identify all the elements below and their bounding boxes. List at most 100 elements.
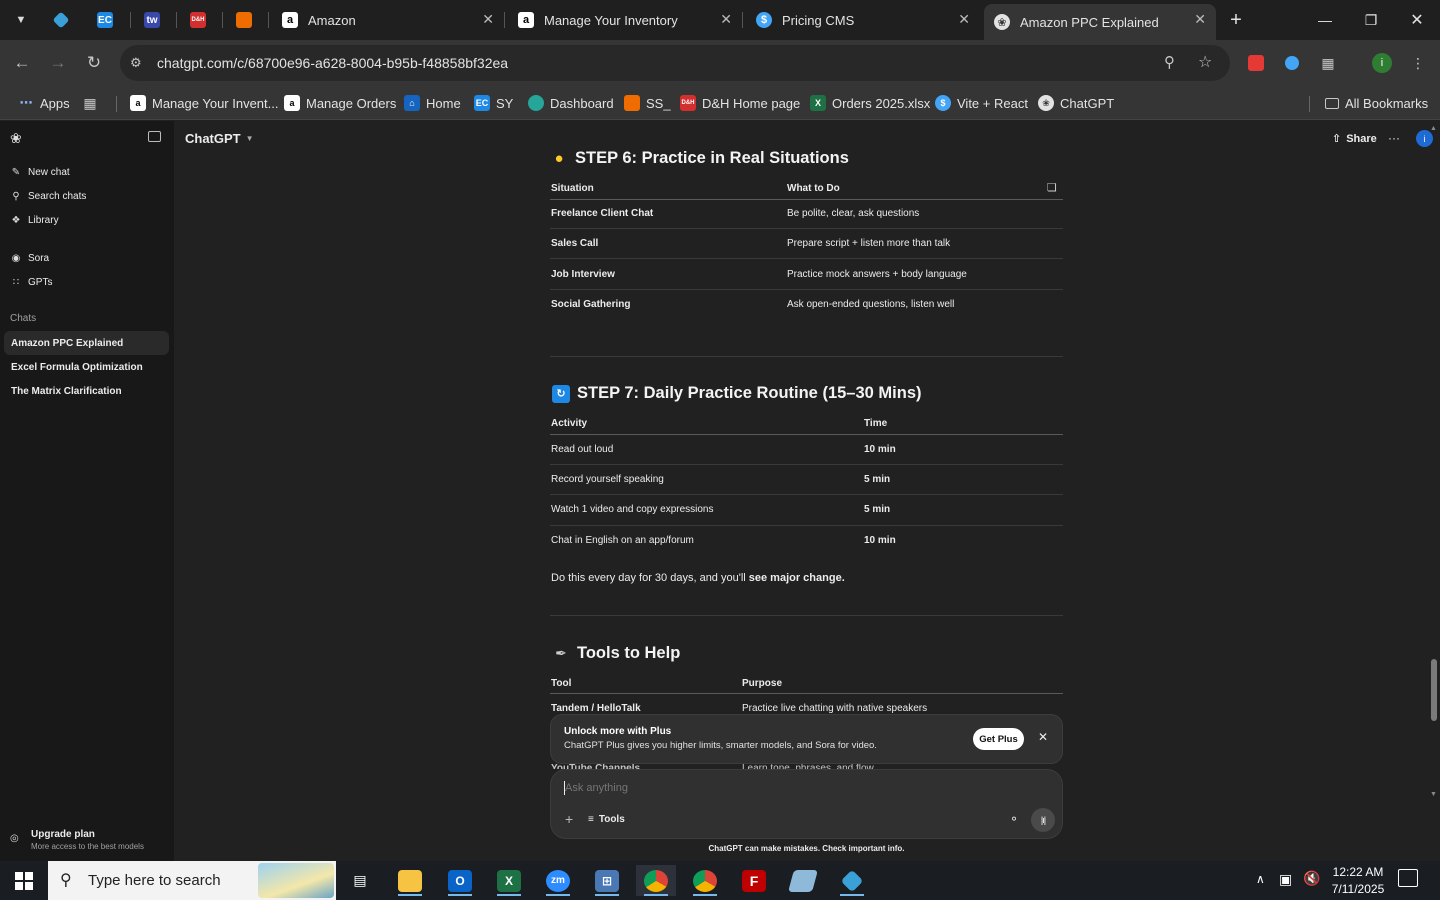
pinned-tab-2[interactable]: EC — [86, 6, 124, 34]
chat-item-amazon-ppc[interactable]: Amazon PPC Explained — [4, 331, 169, 355]
profile-avatar[interactable]: i — [1372, 53, 1392, 73]
bookmark-dh-home[interactable]: D&H D&H Home page — [680, 92, 800, 114]
model-selector[interactable]: ChatGPT ▼ — [185, 131, 254, 146]
bookmark-ss[interactable]: SS_ — [624, 92, 671, 114]
sidebar-new-chat[interactable]: ✎ New chat — [10, 161, 70, 183]
diamond-favicon-icon — [52, 11, 70, 29]
forward-button[interactable]: → — [46, 52, 70, 74]
show-hidden-icons[interactable]: ∧ — [1256, 872, 1265, 886]
scrollbar-thumb[interactable] — [1431, 659, 1437, 721]
bookmark-vite-react[interactable]: $ Vite + React — [935, 92, 1028, 114]
bookmark-manage-orders[interactable]: a Manage Orders — [284, 92, 396, 114]
zoom-taskbar[interactable]: zm — [538, 865, 578, 896]
openai-logo-icon[interactable]: ❀ — [10, 130, 22, 147]
extension-red-icon[interactable] — [1246, 53, 1266, 73]
network-icon[interactable]: ▣ — [1279, 871, 1292, 888]
close-icon[interactable]: ✕ — [1194, 11, 1206, 28]
bookmark-manage-inventory[interactable]: a Manage Your Invent... — [130, 92, 278, 114]
tools-button[interactable]: ≡ Tools — [588, 814, 625, 825]
bookmark-chatgpt[interactable]: ❀ ChatGPT — [1038, 92, 1114, 114]
sidebar-sora[interactable]: ◉ Sora — [10, 247, 50, 269]
close-icon[interactable]: ✕ — [958, 11, 970, 28]
sidebar-toggle-icon[interactable] — [148, 131, 161, 142]
site-info-icon[interactable]: ⚙ — [130, 55, 142, 71]
tab-manage-inventory[interactable]: a Manage Your Inventory ✕ — [508, 4, 742, 36]
table-cell: Chat in English on an app/forum — [551, 535, 694, 546]
tab-groups-icon: ▦ — [83, 94, 97, 111]
table-cell: 5 min — [864, 474, 891, 485]
upsell-title: Unlock more with Plus — [564, 726, 672, 737]
bookmark-home[interactable]: ⌂ Home — [404, 92, 461, 114]
bookmark-star-icon[interactable]: ☆ — [1198, 52, 1212, 72]
extension-blue-icon[interactable] — [1282, 53, 1302, 73]
chat-item-matrix[interactable]: The Matrix Clarification — [4, 379, 169, 403]
volume-muted-icon[interactable]: 🔇 — [1303, 870, 1320, 887]
attach-plus-icon[interactable]: + — [565, 811, 573, 827]
address-bar[interactable]: ⚙ chatgpt.com/c/68700e96-a628-8004-b95b-… — [120, 45, 1230, 81]
bookmark-sy[interactable]: EC SY — [474, 92, 513, 114]
extensions-puzzle-icon[interactable]: ▦ — [1318, 53, 1338, 73]
url-text[interactable]: chatgpt.com/c/68700e96-a628-8004-b95b-f4… — [157, 55, 508, 71]
conversation-options-button[interactable]: ··· — [1388, 131, 1400, 145]
calculator-taskbar[interactable]: ⊞ — [587, 865, 627, 896]
sidebar-library[interactable]: ❖ Library — [10, 209, 59, 231]
tab-amazon-ppc-explained[interactable]: ❀ Amazon PPC Explained ✕ — [984, 4, 1216, 40]
back-button[interactable]: ← — [10, 52, 34, 74]
pinned-tab-5[interactable] — [225, 6, 263, 34]
outlook-taskbar[interactable]: O — [440, 865, 480, 896]
reload-button[interactable]: ↻ — [82, 52, 106, 74]
notifications-icon[interactable] — [1398, 869, 1418, 887]
prompt-input[interactable] — [565, 780, 995, 796]
task-view-button[interactable]: ▤ — [340, 865, 380, 896]
close-window-button[interactable]: ✕ — [1394, 8, 1440, 32]
table-cell: Ask open-ended questions, listen well — [787, 299, 955, 310]
close-icon[interactable]: ✕ — [720, 11, 732, 28]
chat-scrollbar[interactable]: ▲ ▼ — [1428, 125, 1440, 805]
tab-pricing-cms[interactable]: $ Pricing CMS ✕ — [746, 4, 980, 36]
chrome-taskbar[interactable] — [636, 865, 676, 896]
sidebar-gpts[interactable]: ∷ GPTs — [10, 271, 53, 293]
file-explorer-taskbar[interactable] — [390, 865, 430, 896]
bookmark-apps[interactable]: ⋯ Apps — [18, 92, 70, 114]
taskbar-search-box[interactable]: ⚲ Type here to search — [48, 861, 336, 900]
bookmark-tab-groups[interactable]: ▦ — [82, 92, 104, 114]
share-button[interactable]: ⇧ Share — [1332, 132, 1377, 146]
amazon-favicon-icon: a — [282, 12, 298, 28]
pinned-tab-3[interactable]: tw — [133, 6, 171, 34]
voice-mode-button[interactable]: |ı| — [1031, 808, 1055, 832]
close-icon[interactable]: ✕ — [482, 11, 494, 28]
sliders-icon: ≡ — [588, 814, 594, 825]
copy-table-icon[interactable]: ❏ — [1047, 181, 1057, 194]
zoom-icon[interactable]: ⚲ — [1164, 53, 1175, 71]
bookmark-orders-xlsx[interactable]: X Orders 2025.xlsx — [810, 92, 930, 114]
get-plus-button[interactable]: Get Plus — [973, 728, 1024, 750]
pinned-tab-1[interactable] — [42, 6, 80, 34]
minimize-button[interactable]: — — [1302, 8, 1348, 32]
app-taskbar[interactable] — [783, 865, 823, 896]
table-cell: Freelance Client Chat — [551, 208, 654, 219]
tab-search-button[interactable]: ▼ — [2, 6, 40, 34]
section-divider — [550, 356, 1063, 357]
tab-amazon[interactable]: a Amazon ✕ — [272, 4, 504, 36]
browser-menu-icon[interactable]: ⋮ — [1408, 53, 1428, 73]
filezilla-taskbar[interactable]: F — [734, 865, 774, 896]
new-tab-button[interactable]: + — [1217, 6, 1255, 34]
scroll-down-icon[interactable]: ▼ — [1430, 791, 1437, 798]
pinned-tab-4[interactable]: D&H — [179, 6, 217, 34]
sidebar-search-chats[interactable]: ⚲ Search chats — [10, 185, 86, 207]
gpts-icon: ∷ — [12, 276, 20, 288]
table-cell: Practice live chatting with native speak… — [742, 703, 928, 714]
excel-taskbar[interactable]: X — [489, 865, 529, 896]
chrome-profile-taskbar[interactable] — [685, 865, 725, 896]
close-icon[interactable]: ✕ — [1038, 730, 1048, 744]
upgrade-plan-button[interactable]: ◎ Upgrade plan More access to the best m… — [10, 827, 170, 857]
bookmark-dashboard[interactable]: Dashboard — [528, 92, 614, 114]
system-clock[interactable]: 12:22 AM 7/11/2025 — [1326, 864, 1390, 898]
chat-item-excel-formula[interactable]: Excel Formula Optimization — [4, 355, 169, 379]
all-bookmarks-button[interactable]: All Bookmarks — [1325, 92, 1428, 114]
app2-taskbar[interactable] — [832, 865, 872, 896]
scroll-up-icon[interactable]: ▲ — [1430, 125, 1437, 132]
start-button[interactable] — [4, 865, 44, 896]
microphone-icon[interactable]: ⚬ — [1009, 812, 1019, 826]
restore-button[interactable]: ❐ — [1348, 8, 1394, 32]
